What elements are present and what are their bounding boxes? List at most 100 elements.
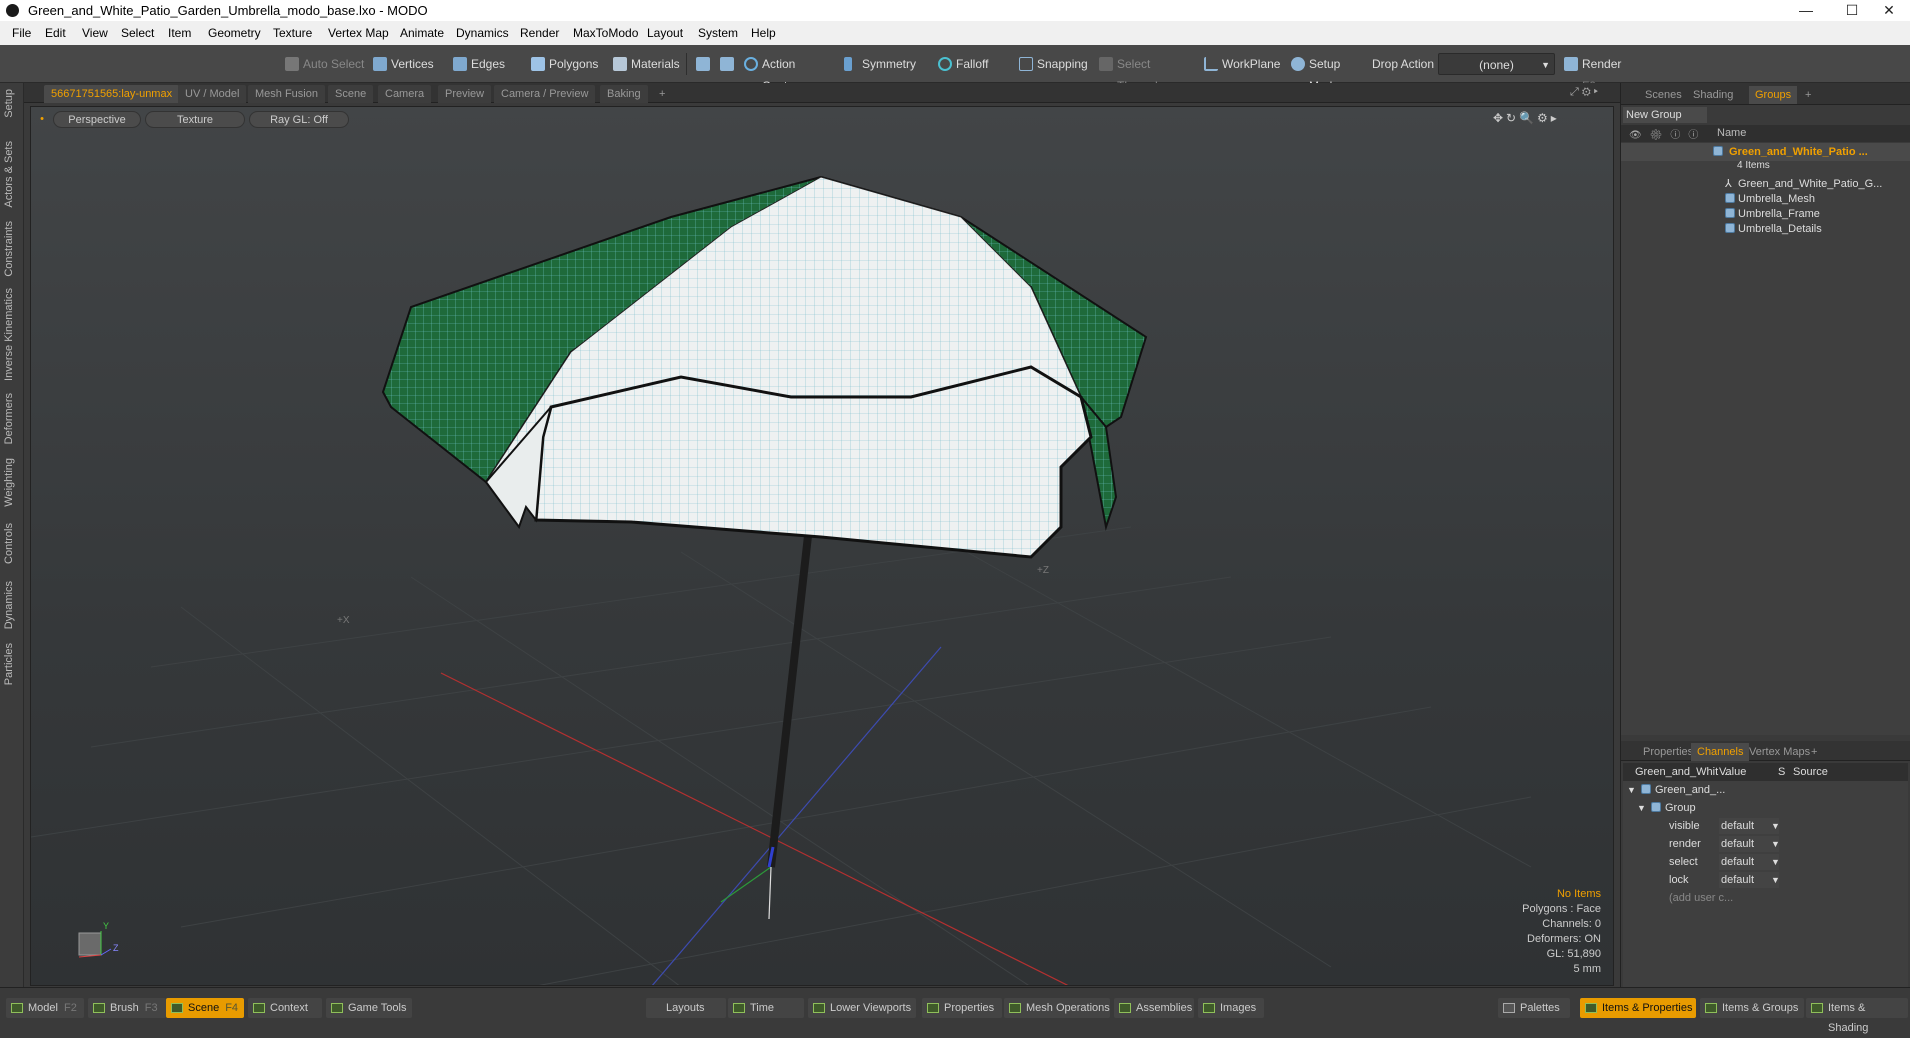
select-through-icon	[1099, 57, 1113, 71]
action-center-button[interactable]: Action Center	[740, 53, 830, 93]
menu-view[interactable]: View	[82, 21, 108, 45]
menu-select[interactable]: Select	[121, 21, 154, 45]
tab-constraints[interactable]: Constraints	[3, 221, 19, 277]
tab-camera-preview[interactable]: Camera / Preview	[494, 85, 596, 103]
setup-mode-button[interactable]: Setup Mode	[1287, 53, 1369, 93]
menu-texture[interactable]: Texture	[273, 21, 312, 45]
menu-render[interactable]: Render	[520, 21, 559, 45]
model-layout-button[interactable]: Model F2	[6, 998, 84, 1018]
game-tools-button[interactable]: Game Tools	[326, 998, 412, 1018]
tab-scene[interactable]: Scene	[328, 85, 374, 103]
items-properties-button[interactable]: Items & Properties	[1580, 998, 1696, 1018]
layout-icon	[813, 1003, 825, 1013]
close-button[interactable]: ✕	[1866, 0, 1910, 21]
mesh-icon	[1725, 220, 1738, 238]
channel-value[interactable]: default	[1719, 836, 1779, 852]
channel-row-render[interactable]: render default ▼	[1623, 835, 1908, 853]
tab-mesh-fusion[interactable]: Mesh Fusion	[248, 85, 325, 103]
mesh-operations-button[interactable]: Mesh Operations	[1004, 998, 1110, 1018]
materials-button[interactable]: Materials	[609, 53, 681, 75]
channel-group-row[interactable]: ▼ Group	[1623, 799, 1908, 817]
menu-geometry[interactable]: Geometry	[208, 21, 261, 45]
layout-icon	[1811, 1003, 1823, 1013]
polygons-button[interactable]: Polygons	[527, 53, 599, 75]
items-shading-button[interactable]: Items & Shading	[1806, 998, 1908, 1034]
select-mode-icon-button[interactable]	[692, 53, 714, 75]
list-item[interactable]: Umbrella_Details	[1621, 220, 1910, 238]
lower-viewports-button[interactable]: Lower Viewports	[808, 998, 916, 1018]
menu-help[interactable]: Help	[751, 21, 776, 45]
tab-dynamics[interactable]: Dynamics	[3, 581, 19, 629]
channel-row-visible[interactable]: visible default ▼	[1623, 817, 1908, 835]
falloff-button[interactable]: Falloff	[934, 53, 1004, 75]
scene-layout-button[interactable]: Scene F4	[166, 998, 244, 1018]
x-axis-line	[440, 672, 1069, 985]
minimize-button[interactable]: —	[1783, 0, 1829, 21]
images-button[interactable]: Images	[1198, 998, 1264, 1018]
tab-scenes[interactable]: Scenes	[1639, 86, 1688, 104]
tab-baking[interactable]: Baking	[600, 85, 648, 103]
tab-inverse-kinematics[interactable]: Inverse Kinematics	[3, 288, 19, 381]
snap-grid-icon	[1019, 57, 1033, 71]
vertices-button[interactable]: Vertices	[369, 53, 434, 75]
window-title: Green_and_White_Patio_Garden_Umbrella_mo…	[28, 3, 428, 18]
channel-row-select[interactable]: select default ▼	[1623, 853, 1908, 871]
channel-row-lock[interactable]: lock default ▼	[1623, 871, 1908, 889]
tab-setup[interactable]: Setup	[3, 89, 19, 118]
tab-deformers[interactable]: Deformers	[3, 393, 19, 444]
menu-maxtomodo[interactable]: MaxToModo	[573, 21, 638, 45]
menu-file[interactable]: File	[12, 21, 31, 45]
tab-properties[interactable]: Properties	[1637, 743, 1699, 761]
menu-dynamics[interactable]: Dynamics	[456, 21, 509, 45]
tab-shading[interactable]: Shading	[1687, 86, 1739, 104]
tab-actors-sets[interactable]: Actors & Sets	[3, 141, 19, 208]
workplane-button[interactable]: WorkPlane	[1200, 53, 1280, 75]
add-tab-button[interactable]: +	[652, 85, 672, 103]
edges-button[interactable]: Edges	[449, 53, 505, 75]
add-user-channel[interactable]: (add user c...	[1623, 889, 1908, 907]
viewport-options-icon[interactable]: ⤢ ⚙ ▸	[1570, 86, 1598, 99]
tab-camera[interactable]: Camera	[378, 85, 432, 103]
assemblies-button[interactable]: Assemblies	[1114, 998, 1194, 1018]
layouts-button[interactable]: Layouts	[646, 998, 726, 1018]
auto-select-button[interactable]: Auto Select	[281, 53, 366, 75]
tab-groups[interactable]: Groups	[1749, 86, 1798, 104]
symmetry-button[interactable]: Symmetry	[840, 53, 920, 75]
menu-layout[interactable]: Layout	[647, 21, 683, 45]
context-layout-button[interactable]: Context	[248, 998, 322, 1018]
new-group-button[interactable]: New Group	[1623, 107, 1707, 123]
stats-polygons: Polygons : Face	[1522, 903, 1601, 915]
palettes-button[interactable]: Palettes	[1498, 998, 1570, 1018]
menu-system[interactable]: System	[698, 21, 738, 45]
tab-channels[interactable]: Channels	[1691, 743, 1750, 761]
tab-controls[interactable]: Controls	[3, 523, 19, 564]
brush-layout-button[interactable]: Brush F3	[88, 998, 166, 1018]
channel-item-row[interactable]: ▼ Green_and_...	[1623, 781, 1908, 799]
3d-viewport[interactable]: • Perspective Texture Ray GL: Off ✥↻🔍⚙▸	[30, 106, 1614, 986]
items-groups-button[interactable]: Items & Groups	[1700, 998, 1804, 1018]
menu-item[interactable]: Item	[168, 21, 191, 45]
channel-value[interactable]: default	[1719, 818, 1779, 834]
menu-vertex-map[interactable]: Vertex Map	[328, 21, 389, 45]
select-mode-icon-button-2[interactable]	[716, 53, 738, 75]
time-button[interactable]: Time	[728, 998, 804, 1018]
select-through-button[interactable]: Select Through	[1095, 53, 1193, 93]
add-panel-tab[interactable]: +	[1799, 86, 1817, 104]
tab-weighting[interactable]: Weighting	[3, 458, 19, 507]
menu-animate[interactable]: Animate	[400, 21, 444, 45]
add-properties-tab[interactable]: +	[1805, 743, 1823, 761]
render-button[interactable]: Render F9	[1560, 53, 1638, 93]
layout-icon	[171, 1003, 183, 1013]
channel-value[interactable]: default	[1719, 872, 1779, 888]
channel-value[interactable]: default	[1719, 854, 1779, 870]
tab-layout-unmax[interactable]: 56671751565:lay-unmax	[44, 85, 180, 103]
menu-edit[interactable]: Edit	[45, 21, 66, 45]
chevron-down-icon: ▼	[1541, 60, 1550, 70]
tab-particles[interactable]: Particles	[3, 643, 19, 685]
tab-uv-model[interactable]: UV / Model	[178, 85, 247, 103]
snapping-button[interactable]: Snapping	[1015, 53, 1097, 75]
figure-icon	[1291, 57, 1305, 71]
tab-preview[interactable]: Preview	[438, 85, 492, 103]
properties-button[interactable]: Properties	[922, 998, 1002, 1018]
drop-action-select[interactable]: (none) ▼	[1438, 53, 1555, 75]
